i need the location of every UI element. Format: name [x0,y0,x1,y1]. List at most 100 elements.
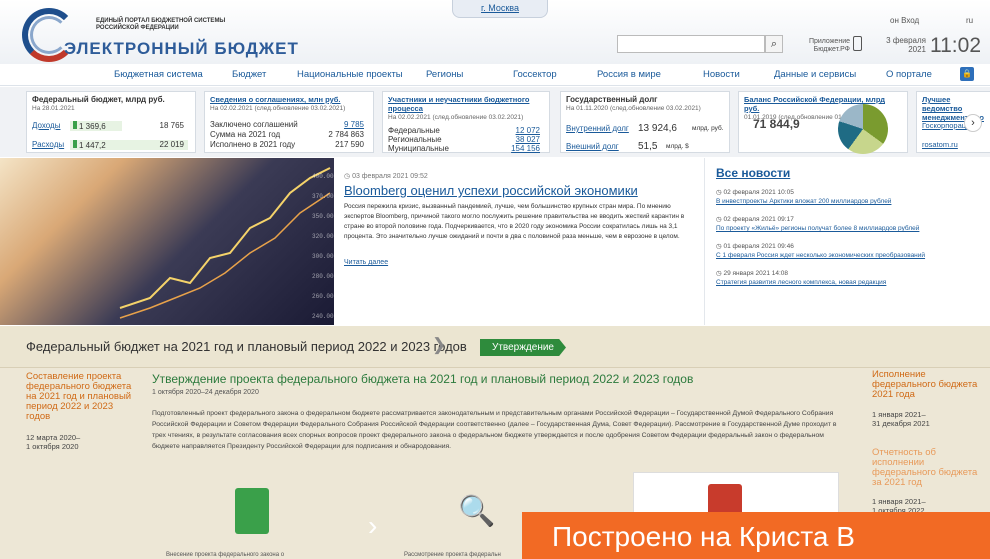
news-item-date: ◷ 02 февраля 2021 09:17 [716,216,794,223]
card-title-2[interactable]: процесса [388,104,544,113]
income-label[interactable]: Доходы [32,121,60,130]
stage-prev-link[interactable]: Составление проекта федерального бюджета… [26,372,136,422]
news-item-link[interactable]: По проекту «Жильё» регионы получат более… [716,225,986,232]
stage-badge: Утверждение [480,339,566,356]
row-value: 217 590 [335,140,364,149]
search-icon[interactable]: ⌕ [765,35,783,53]
chevron-right-icon[interactable]: ❯ [432,335,446,355]
clock-icon: ◷ [344,173,353,180]
language-switch[interactable]: ru [966,16,973,25]
news-title[interactable]: Bloomberg оценил успехи российской эконо… [344,183,638,198]
card-participants[interactable]: Участники и неучастники бюджетного проце… [382,91,550,153]
internal-debt-label[interactable]: Внутренний долг [566,124,629,133]
income-value-text: 1 369,6 [79,122,106,131]
stage-next-link[interactable]: Исполнение федерального бюджета 2021 год… [872,370,982,400]
internal-debt-value: 13 924,6 [638,123,677,134]
news-item-link[interactable]: С 1 февраля Россия ждет несколько эконом… [716,252,986,259]
row-value[interactable]: 154 156 [511,144,540,153]
nav-budget-system[interactable]: Бюджетная система [114,69,203,80]
app-label-1: Приложение [808,38,850,45]
news-item-link[interactable]: В инвестпроекты Арктики вложат 200 милли… [716,198,986,205]
card-title[interactable]: Сведения о соглашениях, млн руб. [210,95,368,104]
row-label: Региональные [388,135,442,144]
card-date: На 01.11.2020 (след.обновление 03.02.202… [566,105,701,112]
expense-value-2: 22 019 [159,140,184,149]
nav-national-projects[interactable]: Национальные проекты [297,69,403,80]
svg-text:260.00: 260.00 [312,293,334,300]
row-value[interactable]: 9 785 [344,120,364,129]
svg-text:280.00: 280.00 [312,273,334,280]
row-label: Муниципальные [388,144,449,153]
best-agency-site[interactable]: rosatom.ru [922,140,958,149]
row-value[interactable]: 38 027 [516,135,540,144]
external-debt-label[interactable]: Внешний долг [566,142,619,151]
svg-text:370.00: 370.00 [312,193,334,200]
news-item-link[interactable]: Стратегия развития лесного комплекса, но… [716,279,986,286]
phone-icon[interactable] [853,36,862,51]
external-debt-unit: млрд. $ [666,143,689,150]
card-date: На 02.02.2021 (след.обновление 03.02.202… [388,114,524,121]
row-value: 2 784 863 [328,130,364,139]
card-title-1[interactable]: Участники и неучастники бюджетного [388,95,544,104]
app-link[interactable]: Приложение Бюджет.РФ [808,38,850,54]
balance-pie-chart [838,104,888,154]
magnifier-icon: 🔍 [458,495,496,528]
portal-title-line1: ЕДИНЫЙ ПОРТАЛ БЮДЖЕТНОЙ СИСТЕМЫ [96,18,226,24]
search-input[interactable] [617,35,765,53]
row-label: Федеральные [388,126,440,135]
stage-current-body: Подготовленный проект федерального закон… [152,410,837,450]
login-label: Вход [901,16,920,25]
stage-prev-date-end: 1 октября 2020 [26,442,79,451]
nav-news[interactable]: Новости [703,69,740,80]
card-agreements[interactable]: Сведения о соглашениях, млн руб. На 02.0… [204,91,374,153]
card-title-1[interactable]: Лучшее ведомство [922,95,985,113]
nav-russia-world[interactable]: Россия в мире [597,69,661,80]
nav-budget[interactable]: Бюджет [232,69,266,80]
date-line2: 2021 [908,45,926,54]
svg-text:350.00: 350.00 [312,213,334,220]
balance-value: 71 844,9 [753,117,800,131]
card-state-debt[interactable]: Государственный долг На 01.11.2020 (след… [560,91,730,153]
stage-next-date-start: 1 января 2021– [872,410,926,419]
main-nav: Бюджетная система Бюджет Национальные пр… [0,64,990,86]
stage-prev-date-start: 12 марта 2020– [26,433,81,442]
read-more-link[interactable]: Читать далее [344,259,388,266]
row-label: Сумма на 2021 год [210,130,281,139]
city-selector[interactable]: г. Москва [452,0,548,18]
stage-report-link[interactable]: Отчетность об исполнении федерального бю… [872,448,982,488]
expense-label[interactable]: Расходы [32,140,64,149]
news-item-date-text: 02 февраля 2021 10:05 [723,189,794,196]
nav-data-services[interactable]: Данные и сервисы [774,69,856,80]
all-news-link[interactable]: Все новости [716,166,790,180]
stage-report-date-start: 1 января 2021– [872,497,926,506]
svg-text:300.00: 300.00 [312,253,334,260]
stage-next-dates: 1 января 2021– 31 декабря 2021 [872,410,930,428]
income-value-2: 18 765 [159,121,184,130]
budget-title[interactable]: Федеральный бюджет на 2021 год и плановы… [26,339,467,354]
step-caption: Внесение проекта федерального закона о [166,552,285,558]
nav-regions[interactable]: Регионы [426,69,463,80]
stage-current-title: Утверждение проекта федерального бюджета… [152,372,694,386]
nav-about[interactable]: О портале [886,69,932,80]
row-value[interactable]: 12 072 [516,126,540,135]
login-link[interactable]: он Вход [890,16,919,25]
lock-icon[interactable]: 🔒 [960,67,974,81]
card-federal-budget[interactable]: Федеральный бюджет, млрд руб. На 28.01.2… [26,91,196,153]
expense-value-text: 1 447,2 [79,141,106,150]
income-value: 1 369,6 [70,121,122,131]
login-prefix: он [890,16,902,25]
news-date-text: 03 февраля 2021 09:52 [352,173,428,180]
nav-public-sector[interactable]: Госсектор [513,69,557,80]
svg-text:240.00: 240.00 [312,313,334,320]
brand-name[interactable]: ЭЛЕКТРОННЫЙ БЮДЖЕТ [64,39,299,59]
card-title: Федеральный бюджет, млрд руб. [32,95,165,104]
external-debt-value: 51,5 [638,141,658,152]
app-label-2: Бюджет.РФ [813,46,850,53]
news-image: 400.00 370.00 350.00 320.00 300.00 280.00 26… [0,158,334,325]
card-date: На 02.02.2021 (след.обновление 03.02.202… [210,105,346,112]
row-label: Исполнено в 2021 году [210,140,296,149]
news-item-date: ◷ 02 февраля 2021 10:05 [716,189,794,196]
chevron-right-icon[interactable]: › [964,114,982,132]
stage-next-date-end: 31 декабря 2021 [872,419,930,428]
document-icon [235,488,269,534]
